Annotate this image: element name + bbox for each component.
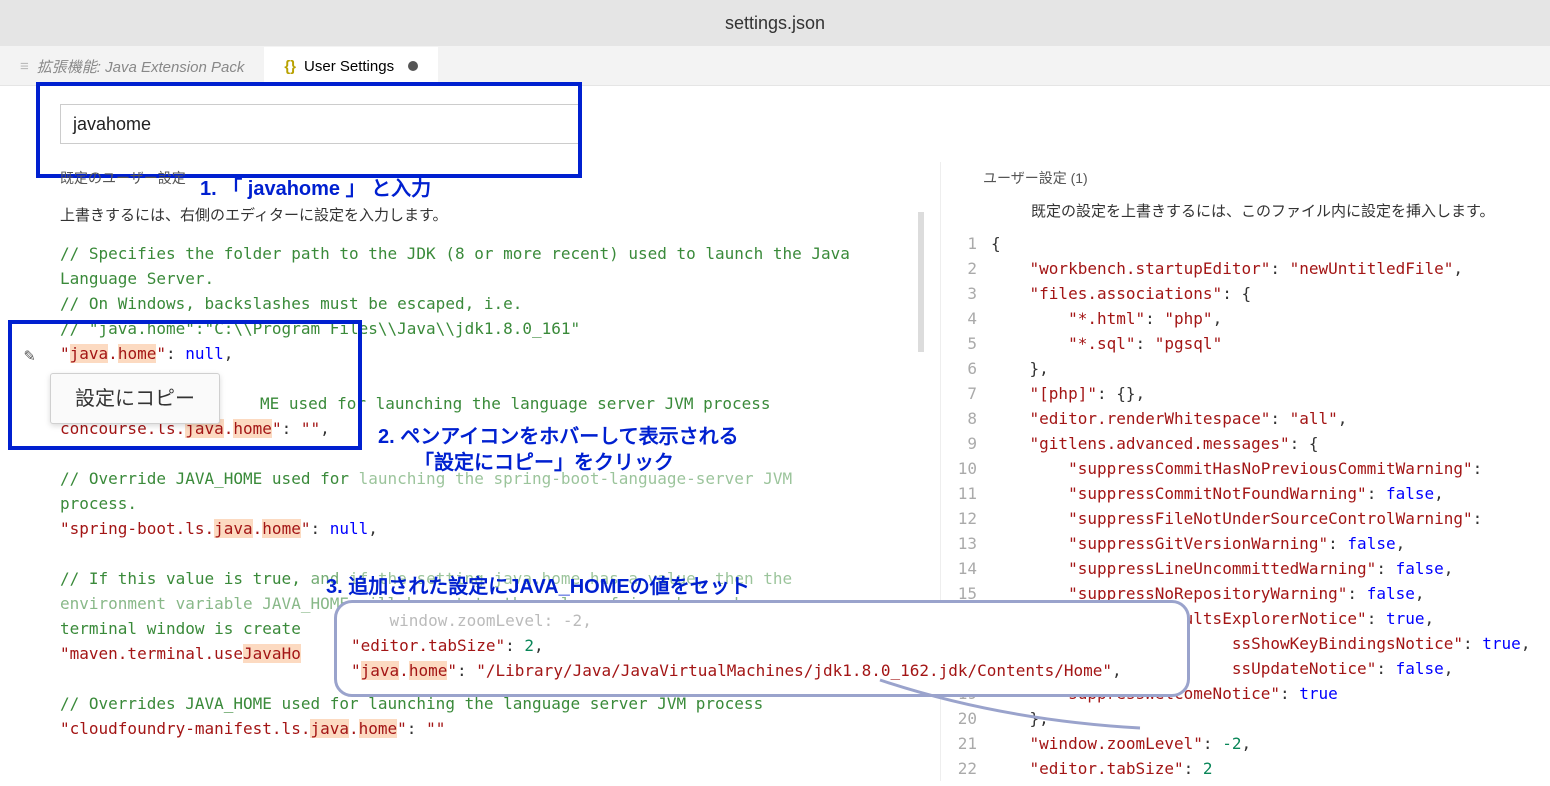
tab-bar: ≡ 拡張機能: Java Extension Pack {} User Sett… [0,46,1550,86]
tab-user-settings[interactable]: {} User Settings [264,47,438,85]
code-comment: terminal window is create [60,619,301,638]
section-description: 既定の設定を上書きするには、このファイル内に設定を挿入します。 [941,200,1550,221]
tab-label: 拡張機能: Java Extension Pack [37,56,245,77]
dirty-indicator-icon [408,61,418,71]
section-heading: 既定のユーザー設定 [60,168,940,188]
annotation-3: 3. 追加された設定にJAVA_HOMEの値をセット [326,570,750,599]
annotation-arrow-icon [880,680,1160,740]
minimap[interactable] [918,212,924,352]
tab-extensions[interactable]: ≡ 拡張機能: Java Extension Pack [0,47,264,85]
annotation-box-2 [8,320,362,450]
list-icon: ≡ [20,58,29,75]
section-heading: ユーザー設定 (1) [941,168,1550,188]
code-comment: process. [60,494,137,513]
annotation-1: 1. 「 javahome 」 と入力 [200,172,431,201]
code-comment: Language Server. [60,269,214,288]
braces-icon: {} [284,58,296,75]
code-comment: // Specifies the folder path to the JDK … [60,244,850,263]
annotation-2: 2. ペンアイコンをホバーして表示される 「設定にコピー」をクリック [378,424,739,476]
section-description: 上書きするには、右側のエディターに設定を入力します。 [60,204,940,225]
window-title: settings.json [0,0,1550,46]
tab-label: User Settings [304,58,394,75]
code-comment: // On Windows, backslashes must be escap… [60,294,522,313]
